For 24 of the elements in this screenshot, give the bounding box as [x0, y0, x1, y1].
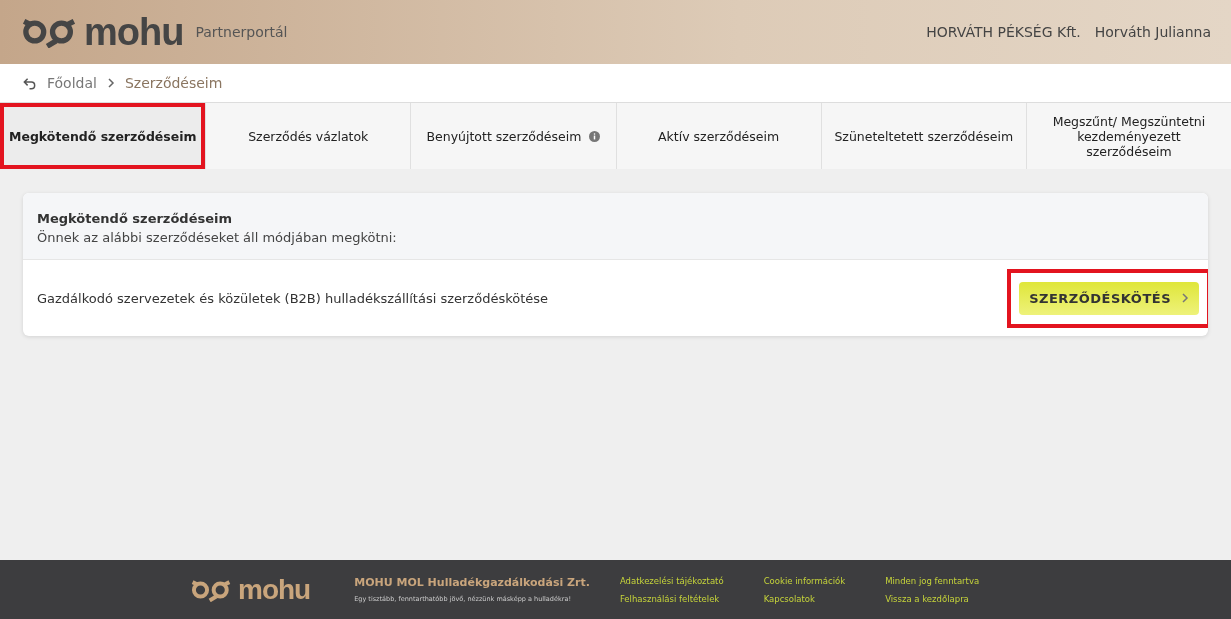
footer-link[interactable]: Cookie információk — [763, 575, 846, 586]
card-title: Megkötendő szerződéseim — [37, 211, 234, 226]
footer-company: MOHU MOL Hulladékgazdálkodási Zrt. — [354, 576, 590, 589]
footer-link[interactable]: Felhasználási feltételek — [619, 593, 724, 604]
contract-button[interactable]: SZERZŐDÉSKÖTÉS — [1019, 281, 1199, 315]
owl-logo-icon — [20, 16, 78, 48]
owl-logo-icon — [190, 577, 232, 602]
company-name: HORVÁTH PÉKSÉG Kft. — [926, 24, 1081, 40]
user-name[interactable]: Horváth Julianna — [1094, 24, 1211, 40]
contract-name: Gazdálkodó szervezetek és közületek (B2B) hulladékszállítási szerződéskötése — [37, 290, 549, 306]
footer-link[interactable]: Kapcsolatok — [763, 593, 846, 604]
logo-wordmark: mohu — [238, 575, 311, 604]
breadcrumb-link[interactable]: Szerződéseim — [124, 75, 223, 91]
chevron-icon — [1181, 292, 1189, 304]
tab[interactable]: Megkötendő szerződéseim — [0, 103, 206, 169]
portal-label: Partnerportál — [195, 24, 288, 40]
logo-wordmark: mohu — [84, 13, 184, 51]
card-subtitle: Önnek az alábbi szerződéseket áll módjában megkötni: — [37, 230, 398, 245]
footer-link[interactable]: Minden jog fenntartva — [885, 575, 980, 586]
breadcrumb-link[interactable]: Főoldal — [47, 75, 97, 91]
footer-link[interactable]: Vissza a kezdőlapra — [885, 593, 980, 604]
chevron-icon — [106, 77, 115, 89]
info-icon[interactable] — [589, 130, 601, 142]
footer-link[interactable]: Adatkezelési tájékoztató — [619, 575, 724, 586]
